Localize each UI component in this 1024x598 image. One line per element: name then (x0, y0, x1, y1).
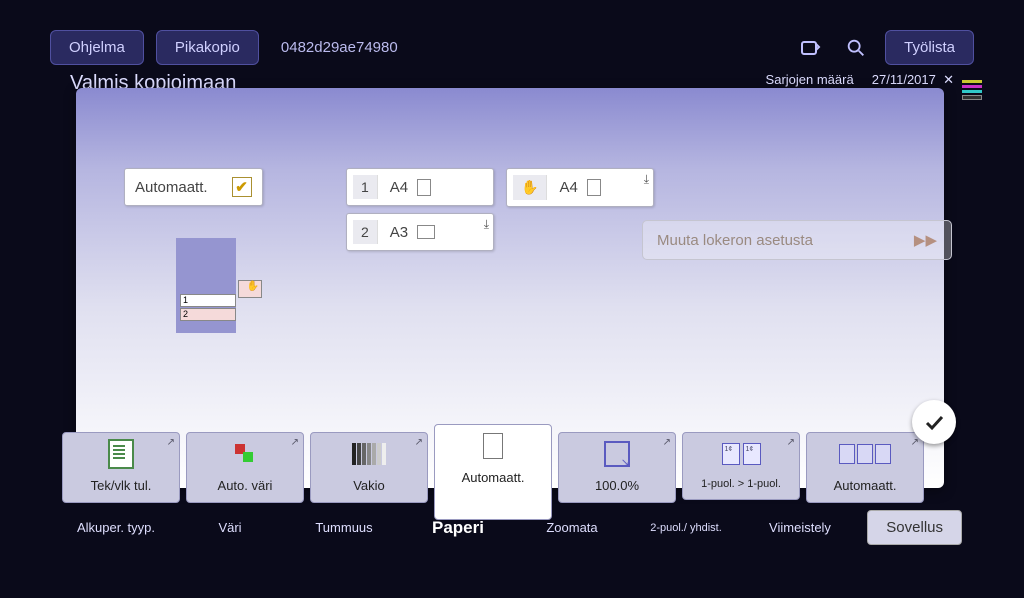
cat-duplex: 2-puol./ yhdist. (632, 522, 740, 534)
density-tile[interactable]: ↗ Vakio (310, 432, 428, 503)
cat-density: Tummuus (290, 520, 398, 535)
cat-color: Väri (176, 520, 284, 535)
hand-icon: ✋ (513, 175, 547, 200)
expand-icon: ↗ (663, 437, 671, 448)
status-date: 27/11/2017 (872, 72, 936, 87)
change-tray-settings-button[interactable]: Muuta lokeron asetusta ▶▶ (642, 220, 952, 260)
preview-icon[interactable] (793, 31, 827, 65)
expand-icon: ↗ (415, 437, 423, 448)
tray-2-size: A3 (384, 224, 408, 241)
expand-icon: ↗ (787, 437, 795, 448)
finishing-value: Automaatt. (811, 475, 919, 496)
cat-zoom: Zoomata (518, 520, 626, 535)
diagram-tray-2: 2 (180, 308, 236, 321)
finishing-tile[interactable]: ↗ Automaatt. (806, 432, 924, 503)
original-type-value: Tek/vlk tul. (67, 475, 175, 496)
cat-original: Alkuper. tyyp. (62, 520, 170, 535)
finishing-icon (839, 444, 891, 464)
paper-value: Automaatt. (439, 467, 547, 488)
color-tile[interactable]: ↗ Auto. väri (186, 432, 304, 503)
download-icon: ⤓ (484, 217, 489, 232)
duplex-value: 1-puol. > 1-puol. (687, 475, 795, 493)
forward-icon: ▶▶ (914, 231, 937, 249)
tray-1-button[interactable]: 1 A4 (346, 168, 494, 206)
count-label: Sarjojen määrä (766, 72, 854, 87)
joblist-button[interactable]: Työlista (885, 30, 974, 65)
application-button[interactable]: Sovellus (867, 510, 962, 545)
tray-2-button[interactable]: 2 A3 ⤓ (346, 213, 494, 251)
tray-number: 1 (353, 175, 378, 199)
expand-icon: ↗ (167, 437, 175, 448)
diagram-tray-1: 1 (180, 294, 236, 307)
cat-paper: Paperi (404, 518, 512, 538)
expand-icon: ↗ (291, 437, 299, 448)
density-value: Vakio (315, 475, 423, 496)
color-icon (235, 444, 255, 464)
change-tray-label: Muuta lokeron asetusta (657, 232, 813, 249)
tray-1-size: A4 (384, 179, 408, 196)
duplex-icon (722, 443, 761, 465)
printer-diagram: 1 2 (176, 238, 266, 338)
program-button[interactable]: Ohjelma (50, 30, 144, 65)
portrait-icon (417, 179, 431, 196)
density-icon (352, 443, 386, 465)
portrait-icon (587, 179, 601, 196)
search-icon[interactable] (839, 31, 873, 65)
zoom-icon (604, 441, 630, 467)
diagram-bypass (238, 280, 262, 298)
page-icon (483, 433, 503, 459)
ok-button[interactable] (912, 400, 956, 444)
bypass-size: A4 (553, 179, 577, 196)
document-icon (108, 439, 134, 469)
serial-number: 0482d29ae74980 (271, 33, 408, 62)
zoom-tile[interactable]: ↗ 100.0% (558, 432, 676, 503)
original-type-tile[interactable]: ↗ Tek/vlk tul. (62, 432, 180, 503)
expand-icon: ↗ (911, 437, 919, 448)
download-icon: ⤓ (644, 172, 649, 187)
color-value: Auto. väri (191, 475, 299, 496)
bypass-tray-button[interactable]: ✋ A4 ⤓ (506, 168, 654, 207)
supply-indicator (962, 78, 982, 102)
auto-paper-label: Automaatt. (135, 179, 208, 196)
paper-tile[interactable]: Automaatt. (434, 424, 552, 520)
landscape-icon (417, 225, 435, 239)
zoom-value: 100.0% (563, 475, 671, 496)
tray-number: 2 (353, 220, 378, 244)
check-icon: ✔ (232, 177, 252, 197)
auto-paper-button[interactable]: Automaatt. ✔ (124, 168, 263, 206)
cat-finish: Viimeistely (746, 520, 854, 535)
duplex-tile[interactable]: ↗ 1-puol. > 1-puol. (682, 432, 800, 500)
quickcopy-button[interactable]: Pikakopio (156, 30, 259, 65)
